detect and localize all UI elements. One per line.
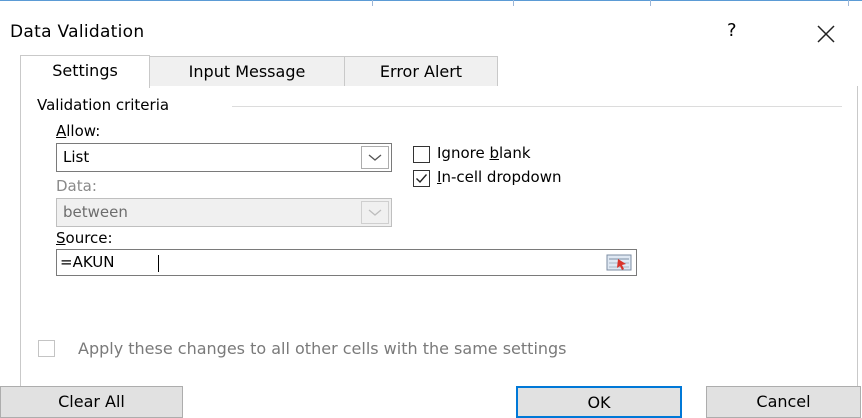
sheet-column-divider bbox=[372, 0, 373, 6]
chevron-down-icon bbox=[368, 209, 382, 216]
ignore-blank-checkbox[interactable] bbox=[413, 146, 430, 163]
apply-all-label: Apply these changes to all other cells w… bbox=[78, 339, 567, 358]
ignore-blank-label-before: Ignore bbox=[437, 144, 490, 162]
clear-all-button[interactable]: Clear All bbox=[0, 386, 183, 418]
allow-select[interactable]: List bbox=[56, 143, 392, 172]
dialog-title: Data Validation bbox=[10, 22, 145, 42]
apply-all-checkbox bbox=[38, 340, 55, 357]
ignore-blank-label-mnemonic: b bbox=[489, 144, 499, 162]
data-select-value: between bbox=[63, 203, 128, 221]
source-label-mnemonic: S bbox=[56, 229, 66, 247]
ignore-blank-label: Ignore blank bbox=[437, 144, 531, 162]
sheet-column-divider bbox=[650, 0, 651, 6]
source-label: Source: bbox=[56, 229, 113, 247]
allow-label-rest: llow: bbox=[66, 122, 101, 140]
source-label-rest: ource: bbox=[65, 229, 113, 247]
text-caret bbox=[158, 255, 159, 272]
in-cell-dropdown-label: In-cell dropdown bbox=[437, 168, 561, 186]
in-cell-dropdown-label-after: n-cell dropdown bbox=[441, 168, 562, 186]
source-input-value: =AKUN bbox=[60, 253, 115, 271]
help-button[interactable]: ? bbox=[727, 20, 737, 41]
collapse-dialog-icon bbox=[606, 254, 632, 271]
check-icon bbox=[416, 174, 428, 184]
close-button[interactable] bbox=[808, 14, 842, 48]
sheet-column-divider bbox=[513, 0, 514, 6]
data-label: Data: bbox=[56, 177, 97, 195]
data-dropdown-button bbox=[361, 201, 389, 224]
allow-select-value: List bbox=[63, 148, 90, 166]
chevron-down-icon bbox=[368, 154, 382, 161]
in-cell-dropdown-checkbox[interactable] bbox=[413, 170, 430, 187]
tab-settings[interactable]: Settings bbox=[20, 55, 150, 88]
source-input[interactable]: =AKUN bbox=[56, 249, 637, 276]
sheet-column-divider bbox=[848, 0, 849, 6]
ignore-blank-label-after: lank bbox=[499, 144, 531, 162]
collapse-dialog-button[interactable] bbox=[606, 253, 632, 272]
close-icon bbox=[817, 25, 835, 43]
validation-criteria-label: Validation criteria bbox=[37, 96, 176, 114]
allow-label: Allow: bbox=[56, 122, 100, 140]
data-select: between bbox=[56, 198, 392, 227]
cancel-button[interactable]: Cancel bbox=[706, 386, 861, 418]
tab-error-alert[interactable]: Error Alert bbox=[344, 56, 498, 87]
allow-label-mnemonic: A bbox=[56, 122, 67, 140]
tab-input-message[interactable]: Input Message bbox=[149, 56, 345, 87]
ok-button[interactable]: OK bbox=[516, 386, 682, 418]
group-divider bbox=[232, 106, 842, 107]
sheet-gridline bbox=[0, 0, 862, 1]
allow-dropdown-button[interactable] bbox=[361, 146, 389, 169]
